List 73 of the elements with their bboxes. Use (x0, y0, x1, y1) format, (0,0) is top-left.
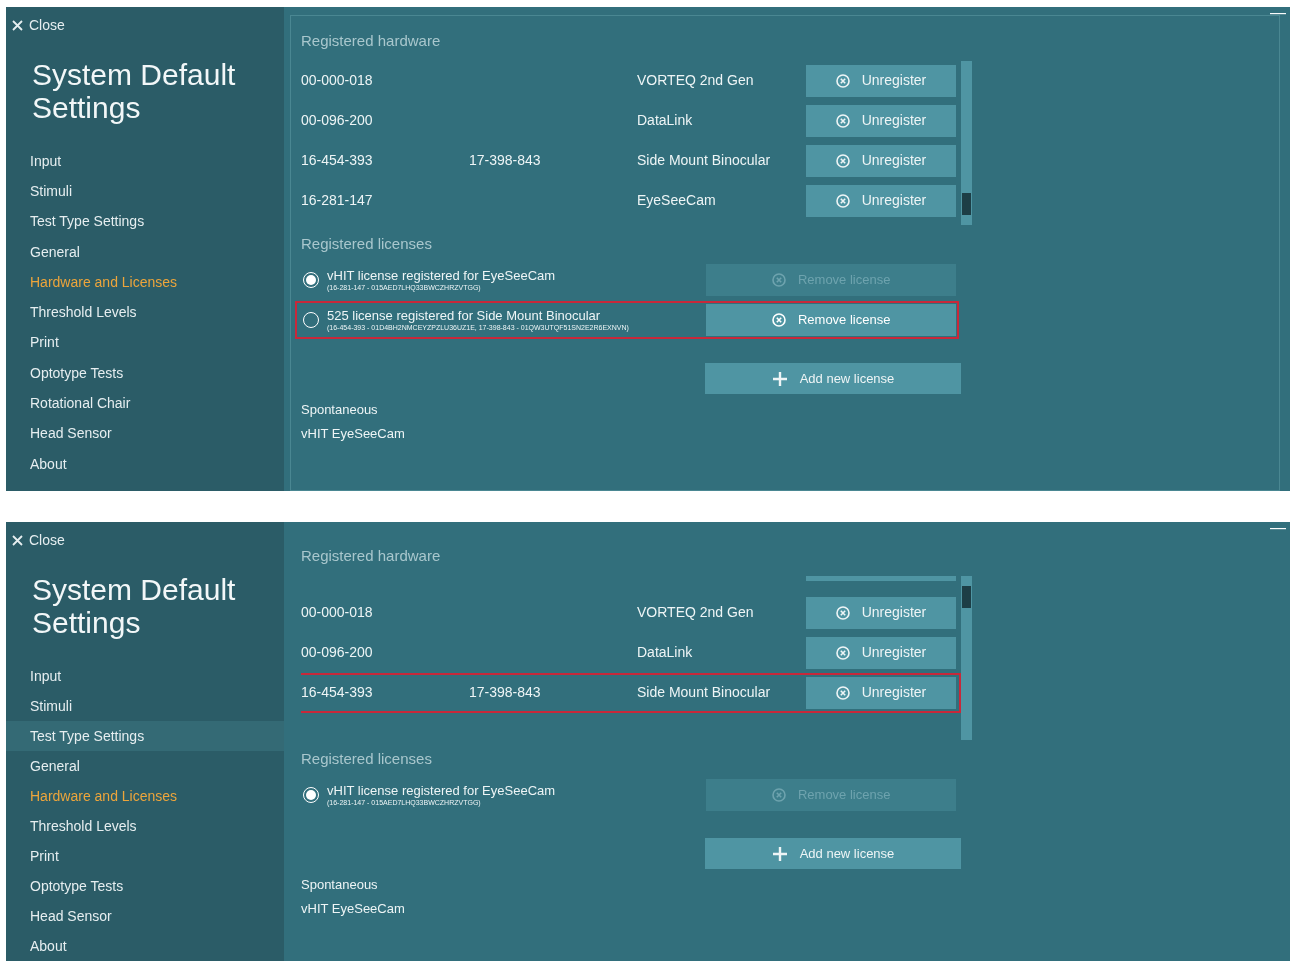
remove-icon (771, 788, 786, 802)
device-name: EyeSeeCam (637, 191, 717, 210)
serial-number: 00-000-018 (301, 71, 374, 90)
license-title: 525 license registered for Side Mount Binocular (327, 309, 602, 322)
serial-number: 00-096-200 (301, 643, 374, 662)
section-heading: Registered licenses (301, 748, 433, 769)
sidebar-item[interactable]: About (6, 931, 284, 961)
device-name: DataLink (637, 111, 694, 130)
serial-number: 16-454-393 (301, 683, 374, 702)
plus-icon (771, 370, 788, 387)
device-name: DataLink (637, 643, 694, 662)
remove-license-button[interactable]: Remove license (706, 304, 956, 336)
sidebar-item[interactable]: Input (6, 661, 284, 691)
serial-number: 17-398-843 (469, 152, 541, 168)
page-title: System Default Settings (31, 58, 237, 124)
serial-number: 00-096-200 (301, 111, 374, 130)
device-name: Side Mount Binocular (637, 683, 772, 702)
remove-icon (835, 645, 850, 660)
sidebar-item[interactable]: Print (6, 327, 284, 359)
remove-icon (835, 73, 850, 88)
remove-icon (771, 273, 786, 287)
serial-number: 17-398-843 (469, 684, 541, 700)
remove-icon (835, 605, 850, 620)
license-title: vHIT license registered for EyeSeeCam (327, 269, 557, 282)
sidebar-item[interactable]: Input (6, 146, 284, 177)
close-icon (12, 535, 23, 546)
device-name: VORTEQ 2nd Gen (637, 71, 755, 90)
remove-icon (835, 193, 850, 208)
close-button[interactable]: Close (6, 530, 71, 551)
license-title: vHIT license registered for EyeSeeCam (327, 784, 557, 797)
close-icon (12, 20, 23, 31)
remove-icon (835, 153, 850, 168)
sidebar-item[interactable]: General (6, 751, 284, 781)
sidebar-item[interactable]: Test Type Settings (6, 206, 284, 237)
scrollbar[interactable] (961, 60, 972, 225)
sidebar-item[interactable]: Optotype Tests (6, 358, 284, 389)
minimize-button[interactable]: — (1270, 516, 1286, 540)
add-license-button[interactable]: Add new license (705, 363, 961, 394)
serial-number: 16-454-393 (301, 151, 374, 170)
page-title: System Default Settings (31, 573, 237, 639)
scrollbar[interactable] (961, 575, 972, 740)
sidebar-item[interactable]: General (6, 236, 284, 268)
section-heading: Registered hardware (301, 546, 442, 566)
section-heading: Registered licenses (301, 233, 433, 254)
sidebar-item[interactable]: Hardware and Licenses (6, 267, 284, 298)
sidebar-item[interactable]: Print (6, 841, 284, 871)
remove-icon (771, 313, 786, 327)
close-button[interactable]: Close (6, 15, 71, 36)
remove-icon (835, 113, 850, 128)
device-name: VORTEQ 2nd Gen (637, 603, 755, 622)
add-license-button[interactable]: Add new license (705, 838, 961, 869)
sidebar-item[interactable]: Head Sensor (6, 901, 284, 931)
serial-number: 00-000-018 (301, 603, 374, 622)
sidebar-item[interactable]: Test Type Settings (6, 721, 284, 751)
serial-number: 16-281-147 (301, 191, 374, 210)
remove-icon (835, 685, 850, 700)
test-name: vHIT EyeSeeCam (301, 424, 405, 443)
sidebar-item[interactable]: Threshold Levels (6, 811, 284, 841)
test-name: Spontaneous (301, 876, 378, 894)
sidebar-item[interactable]: Optotype Tests (6, 871, 284, 901)
sidebar-item[interactable]: Hardware and Licenses (6, 781, 284, 811)
test-name: vHIT EyeSeeCam (301, 899, 405, 918)
sidebar-item[interactable]: About (6, 448, 284, 480)
sidebar-item[interactable]: Stimuli (6, 176, 284, 207)
sidebar-item[interactable]: Stimuli (6, 691, 284, 721)
sidebar-item[interactable]: Rotational Chair (6, 388, 284, 419)
device-name: Side Mount Binocular (637, 151, 772, 170)
section-heading: Registered hardware (301, 31, 442, 51)
plus-icon (771, 845, 788, 862)
sidebar-item[interactable]: Threshold Levels (6, 297, 284, 328)
minimize-button[interactable]: — (1270, 1, 1286, 25)
sidebar-item[interactable]: Head Sensor (6, 418, 284, 449)
test-name: Spontaneous (301, 401, 378, 419)
